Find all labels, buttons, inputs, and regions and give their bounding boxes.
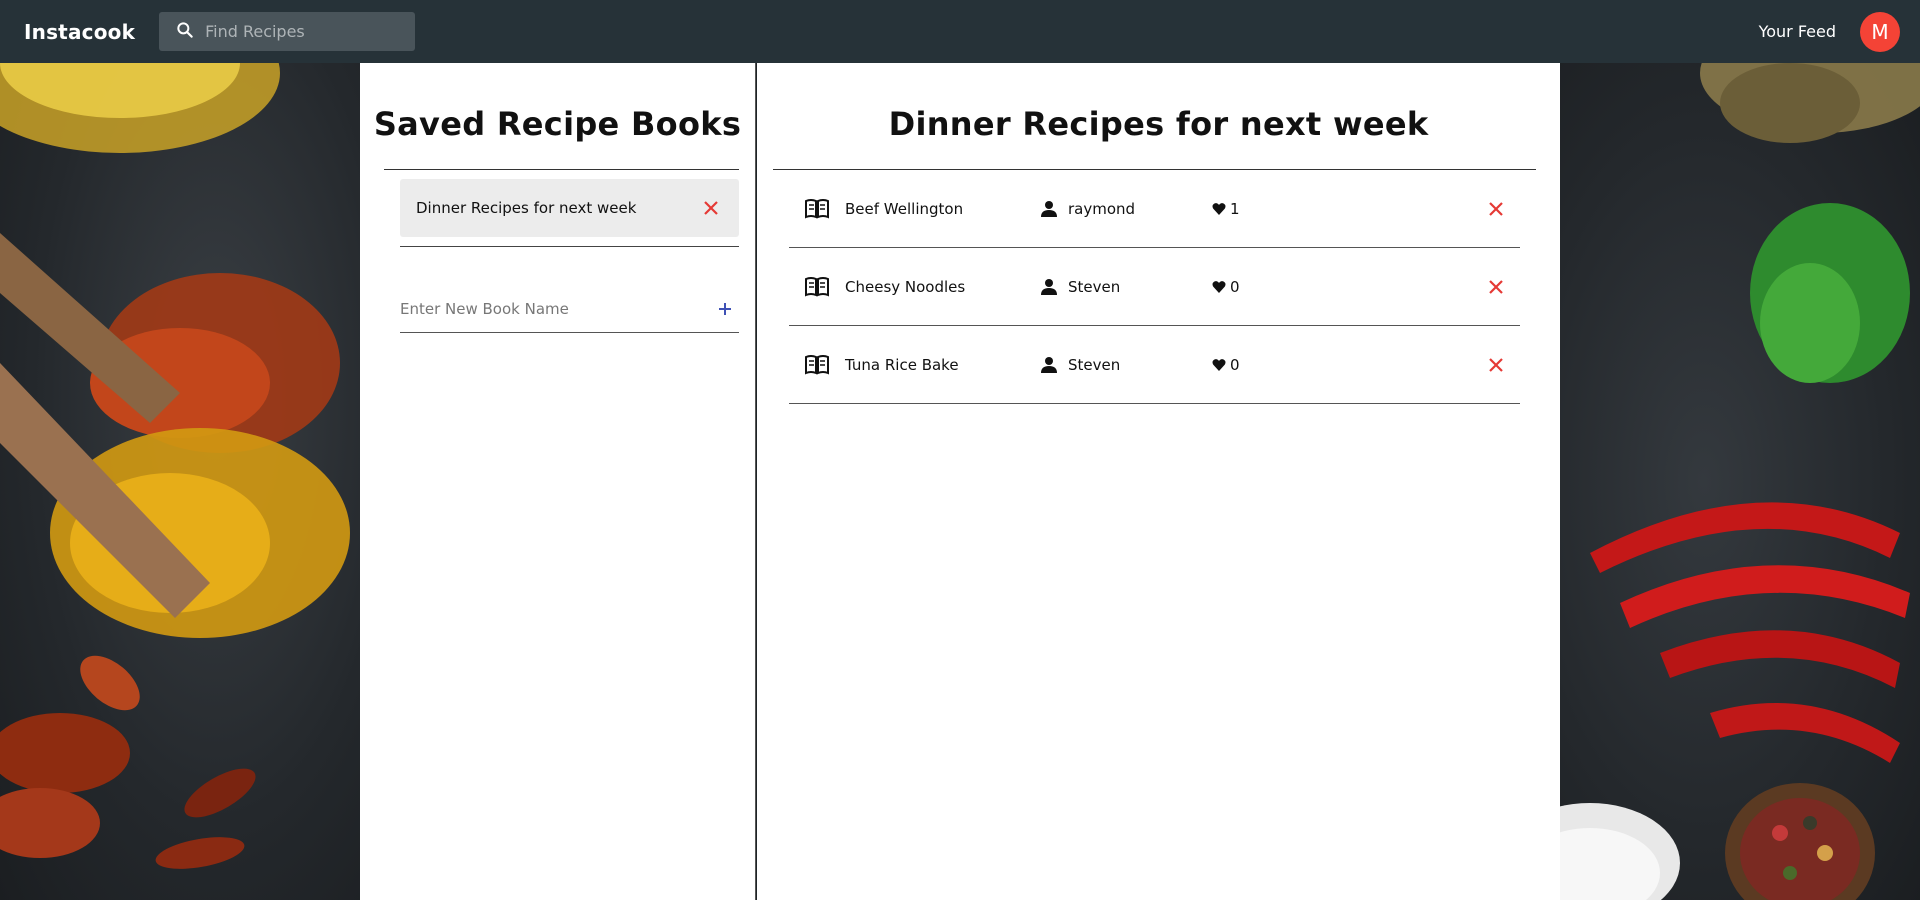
book-detail-panel: Dinner Recipes for next week Beef Wellin… (757, 63, 1560, 900)
title-divider (384, 169, 739, 170)
heart-icon (1212, 358, 1226, 371)
search-input[interactable] (205, 22, 406, 41)
heart-icon (1212, 280, 1226, 293)
recipe-author: Steven (1040, 356, 1212, 374)
recipe-book-item[interactable]: Dinner Recipes for next week (400, 179, 739, 237)
book-icon (805, 276, 829, 297)
top-bar: Instacook Your Feed M (0, 0, 1920, 63)
peppers-illustration (1560, 63, 1920, 900)
your-feed-link[interactable]: Your Feed (1759, 22, 1836, 41)
close-icon[interactable] (1484, 353, 1508, 377)
recipe-row[interactable]: Tuna Rice Bake Steven 0 (789, 326, 1520, 404)
search-box[interactable] (159, 12, 416, 51)
saved-books-title: Saved Recipe Books (373, 105, 742, 143)
recipe-list: Beef Wellington raymond 1 Cheesy Noodles… (789, 170, 1520, 404)
recipe-name[interactable]: Beef Wellington (845, 200, 1040, 218)
app-logo[interactable]: Instacook (24, 20, 135, 44)
author-name: Steven (1068, 355, 1121, 374)
recipe-author: Steven (1040, 278, 1212, 296)
plus-icon[interactable] (711, 295, 739, 323)
person-icon (1041, 278, 1057, 295)
background-image-right (1560, 63, 1920, 900)
likes-count: 0 (1230, 277, 1240, 296)
recipe-row[interactable]: Beef Wellington raymond 1 (789, 170, 1520, 248)
background-image-left (0, 63, 360, 900)
new-book-name-input[interactable] (400, 299, 711, 318)
heart-icon (1212, 202, 1226, 215)
recipe-name[interactable]: Tuna Rice Bake (845, 356, 1040, 374)
close-icon[interactable] (1484, 275, 1508, 299)
spices-illustration (0, 63, 350, 869)
search-icon (175, 20, 195, 44)
likes-count: 1 (1230, 199, 1240, 218)
author-name: Steven (1068, 277, 1121, 296)
book-icon (805, 198, 829, 219)
book-detail-title: Dinner Recipes for next week (888, 105, 1429, 143)
author-name: raymond (1068, 199, 1136, 218)
recipe-row[interactable]: Cheesy Noodles Steven 0 (789, 248, 1520, 326)
recipe-name[interactable]: Cheesy Noodles (845, 278, 1040, 296)
close-icon[interactable] (1484, 197, 1508, 221)
book-list-divider (400, 246, 739, 247)
person-icon (1041, 200, 1057, 217)
recipe-book-label[interactable]: Dinner Recipes for next week (416, 199, 699, 217)
book-icon (805, 354, 829, 375)
likes-count: 0 (1230, 355, 1240, 374)
recipe-likes: 0 (1212, 278, 1484, 296)
new-book-form (400, 285, 739, 333)
saved-books-panel: Saved Recipe Books Dinner Recipes for ne… (360, 63, 756, 900)
user-avatar[interactable]: M (1860, 11, 1900, 52)
recipe-likes: 1 (1212, 200, 1484, 218)
person-icon (1041, 356, 1057, 373)
close-icon[interactable] (699, 196, 723, 220)
recipe-author: raymond (1040, 200, 1212, 218)
recipe-likes: 0 (1212, 356, 1484, 374)
